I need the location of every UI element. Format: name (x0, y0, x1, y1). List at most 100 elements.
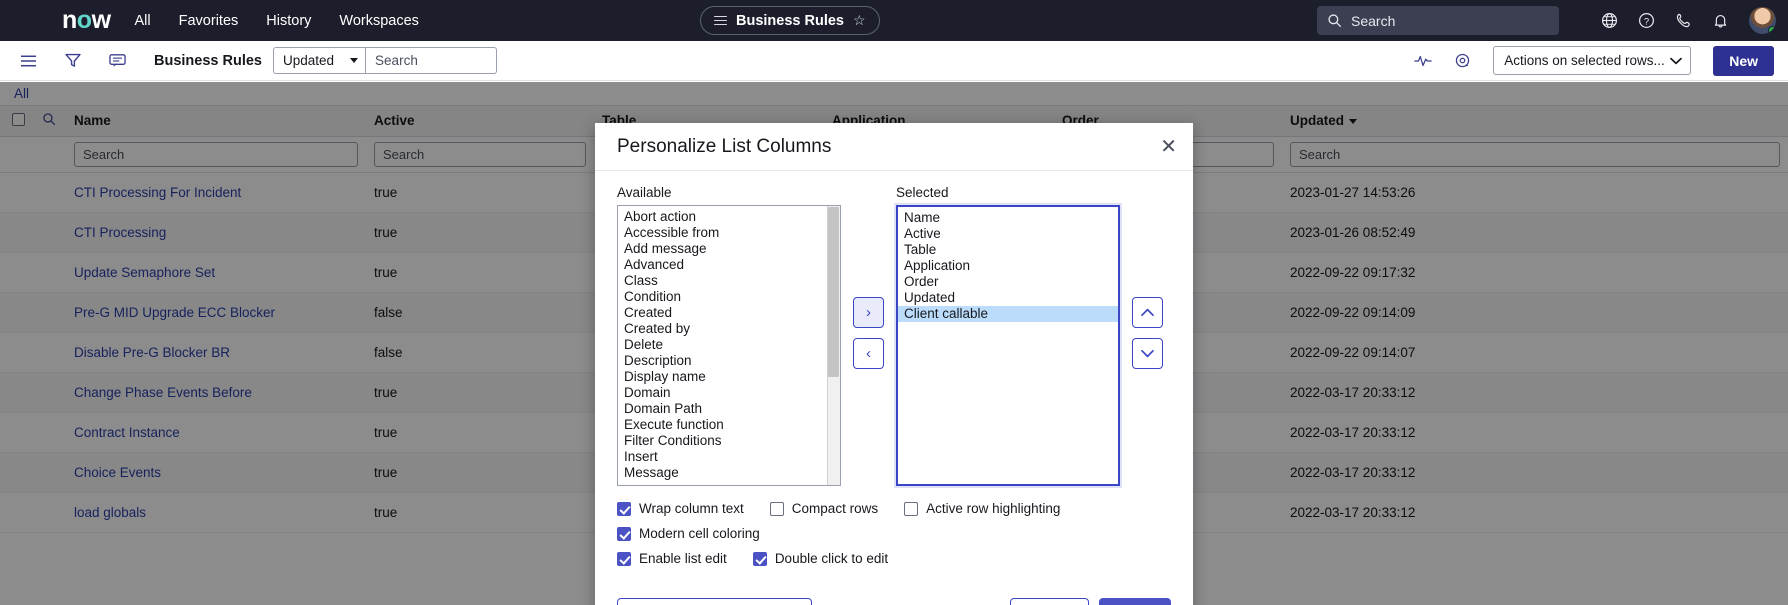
available-scrollbar[interactable] (827, 206, 840, 485)
nav-link-favorites[interactable]: Favorites (179, 13, 239, 29)
selected-option[interactable]: Order (898, 274, 1118, 290)
new-button[interactable]: New (1713, 45, 1774, 76)
available-option[interactable]: Add message (618, 241, 840, 257)
cancel-button[interactable]: Cancel (1010, 598, 1089, 605)
available-option[interactable]: Created (618, 305, 840, 321)
status-dot-online (1768, 26, 1776, 34)
available-option[interactable]: Condition (618, 289, 840, 305)
globe-icon[interactable] (1601, 12, 1618, 29)
available-option[interactable]: Execute function (618, 417, 840, 433)
move-left-button[interactable]: ‹ (853, 338, 884, 369)
double-click-to-edit-checkbox[interactable] (752, 551, 767, 566)
close-icon[interactable]: ✕ (1160, 137, 1177, 157)
wrap-column-text-checkbox[interactable] (617, 501, 631, 516)
selected-listbox[interactable]: Name Active Table Application Order Updated Cl… (896, 205, 1120, 486)
selected-option[interactable]: Client callable (898, 306, 1118, 322)
star-outline-icon[interactable]: ☆ (853, 12, 866, 29)
available-label: Available (617, 185, 672, 200)
sort-field-value: Updated (283, 53, 335, 68)
move-down-button[interactable] (1132, 338, 1163, 369)
filter-icon[interactable] (65, 53, 81, 68)
available-option[interactable]: Accessible from (618, 225, 840, 241)
move-right-button[interactable]: › (853, 297, 884, 328)
help-circle-icon[interactable]: ? (1638, 12, 1655, 29)
avatar[interactable] (1749, 7, 1776, 34)
reset-to-column-defaults-button[interactable]: Reset to column defaults (617, 598, 812, 605)
global-search-placeholder: Search (1351, 12, 1396, 29)
hamburger-menu-icon[interactable] (20, 54, 37, 68)
nav-link-history[interactable]: History (266, 13, 311, 29)
option-double-click-to-edit[interactable]: Double click to edit (752, 551, 889, 566)
global-search-box[interactable]: Search (1317, 6, 1559, 35)
enable-list-edit-checkbox[interactable] (617, 551, 631, 566)
activity-icon[interactable] (1414, 54, 1432, 68)
top-navigation-bar: now All Favorites History Workspaces Bus… (0, 0, 1788, 41)
available-scroll-thumb[interactable] (828, 207, 839, 377)
list-menu-icon (714, 15, 727, 26)
available-option[interactable]: Delete (618, 337, 840, 353)
pill-title: Business Rules (736, 12, 844, 29)
selected-label: Selected (896, 185, 949, 200)
servicenow-logo[interactable]: now (62, 8, 111, 33)
available-column-group: Available Abort action Accessible from Add… (617, 185, 841, 486)
ok-button[interactable]: OK (1098, 598, 1171, 605)
transfer-buttons: › ‹ (841, 297, 896, 369)
option-active-row-highlighting[interactable]: Active row highlighting (904, 501, 1060, 516)
available-listbox[interactable]: Abort action Accessible from Add message Ad… (617, 205, 841, 486)
modern-cell-coloring-checkbox[interactable] (617, 526, 631, 541)
modern-cell-coloring-label: Modern cell coloring (639, 526, 760, 541)
reorder-buttons (1120, 297, 1163, 369)
options-row-1: Wrap column text Compact rows Active row… (617, 501, 1171, 516)
available-option[interactable]: Insert (618, 449, 840, 465)
current-page-pill[interactable]: Business Rules ☆ (700, 6, 880, 35)
available-option[interactable]: Created by (618, 321, 840, 337)
available-option[interactable]: Message (618, 465, 840, 481)
gear-icon[interactable] (1454, 52, 1471, 69)
available-option[interactable]: Advanced (618, 257, 840, 273)
comment-icon[interactable] (109, 53, 126, 68)
toolbar-right-group: Actions on selected rows... New (1414, 45, 1774, 76)
selected-option[interactable]: Active (898, 226, 1118, 242)
column-picker: Available Abort action Accessible from Add… (617, 185, 1171, 486)
footer-right-buttons: Cancel OK (1010, 598, 1171, 605)
move-up-button[interactable] (1132, 297, 1163, 328)
options-row-2: Modern cell coloring (617, 526, 1171, 541)
available-option[interactable]: Domain (618, 385, 840, 401)
selected-column-group: Selected Name Active Table Application Order… (896, 185, 1120, 486)
available-option[interactable]: Filter Conditions (618, 433, 840, 449)
phone-icon[interactable] (1675, 12, 1692, 29)
active-row-highlighting-checkbox[interactable] (904, 501, 919, 516)
list-search-placeholder: Search (375, 53, 418, 68)
option-enable-list-edit[interactable]: Enable list edit (617, 551, 727, 566)
option-modern-cell-coloring[interactable]: Modern cell coloring (617, 526, 760, 541)
nav-link-all[interactable]: All (135, 13, 151, 29)
selected-option[interactable]: Table (898, 242, 1118, 258)
list-search-input[interactable]: Search (366, 47, 498, 74)
dialog-body: Available Abort action Accessible from Add… (595, 171, 1193, 582)
active-row-highlighting-label: Active row highlighting (926, 501, 1061, 516)
available-option[interactable]: Domain Path (618, 401, 840, 417)
available-option[interactable]: Abort action (618, 209, 840, 225)
double-click-to-edit-label: Double click to edit (774, 551, 889, 566)
search-icon (1328, 14, 1341, 27)
available-option[interactable]: Class (618, 273, 840, 289)
top-nav-icon-group: ? (1601, 0, 1776, 41)
page-content: Business Rules Updated Search Actions on… (0, 41, 1788, 605)
available-option[interactable]: Description (618, 353, 840, 369)
compact-rows-label: Compact rows (791, 501, 879, 516)
bell-icon[interactable] (1712, 12, 1729, 29)
option-wrap-column-text[interactable]: Wrap column text (617, 501, 744, 516)
dialog-title: Personalize List Columns (617, 135, 832, 157)
chevron-down-icon (350, 58, 359, 63)
compact-rows-checkbox[interactable] (769, 501, 784, 516)
actions-on-selected-rows-select[interactable]: Actions on selected rows... (1493, 46, 1692, 75)
nav-link-workspaces[interactable]: Workspaces (339, 13, 419, 29)
personalize-list-columns-dialog: Personalize List Columns ✕ Available Abo… (595, 123, 1193, 605)
sort-field-select[interactable]: Updated (273, 47, 367, 74)
selected-option[interactable]: Application (898, 258, 1118, 274)
selected-option[interactable]: Name (898, 210, 1118, 226)
enable-list-edit-label: Enable list edit (639, 551, 727, 566)
available-option[interactable]: Display name (618, 369, 840, 385)
option-compact-rows[interactable]: Compact rows (769, 501, 879, 516)
selected-option[interactable]: Updated (898, 290, 1118, 306)
